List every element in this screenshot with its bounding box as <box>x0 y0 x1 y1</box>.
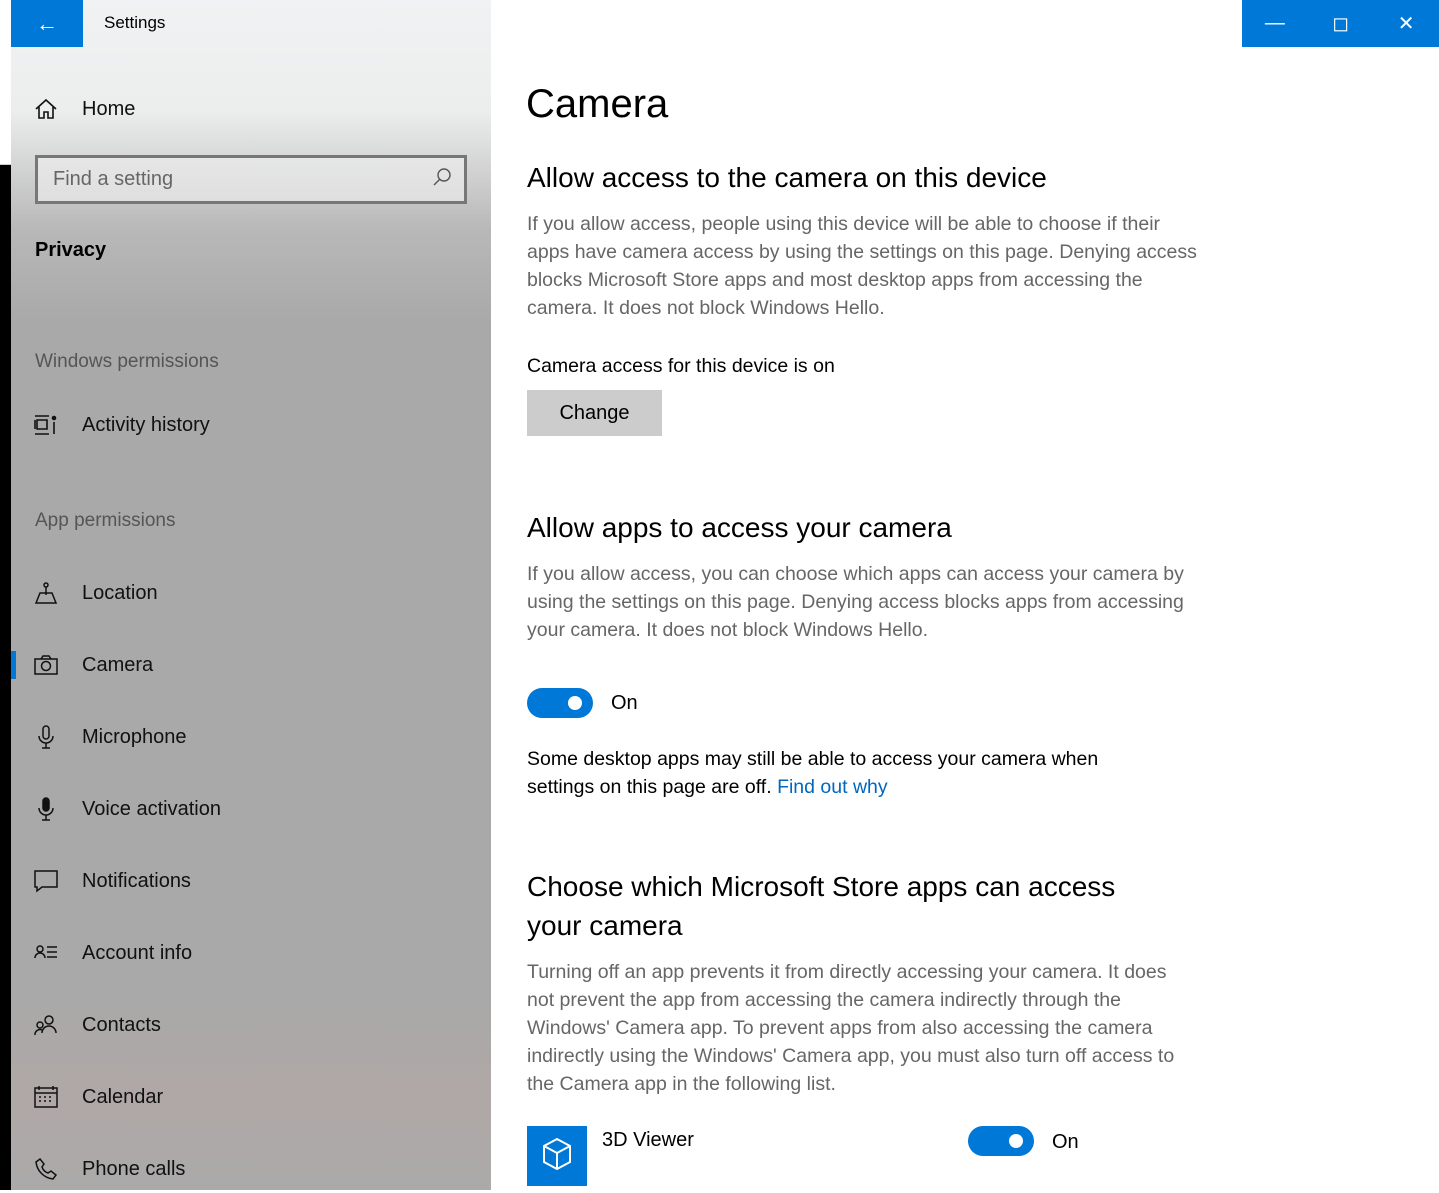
sidebar-item-microphone[interactable]: Microphone <box>11 713 491 761</box>
sidebar: ← Settings Home Find a setting Privacy W… <box>11 0 491 1190</box>
toggle-state: On <box>611 692 638 714</box>
sidebar-item-label: Phone calls <box>82 1157 186 1180</box>
sidebar-item-calendar[interactable]: Calendar <box>11 1073 491 1121</box>
close-icon: ✕ <box>1397 13 1415 35</box>
sidebar-item-account-info[interactable]: Account info <box>11 929 491 977</box>
minimize-icon: — <box>1264 12 1285 34</box>
section-description: Turning off an app prevents it from dire… <box>527 961 1175 1095</box>
back-button[interactable]: ← <box>11 0 83 47</box>
account-info-icon <box>34 941 58 965</box>
sidebar-item-activity-history[interactable]: Activity history <box>11 401 491 449</box>
sidebar-item-label: Microphone <box>82 725 187 748</box>
group-header: App permissions <box>35 510 176 531</box>
sidebar-item-label: Location <box>82 581 158 604</box>
sidebar-item-label: Account info <box>82 941 193 964</box>
activity-history-icon <box>34 413 58 437</box>
device-access-status: Camera access for this device is on <box>527 355 835 377</box>
location-icon <box>34 581 58 605</box>
sidebar-item-label: Camera <box>82 653 154 676</box>
sidebar-item-camera[interactable]: Camera <box>11 641 491 689</box>
sidebar-item-label: Notifications <box>82 869 191 892</box>
section-heading: Allow apps to access your camera <box>527 512 952 543</box>
3d-cube-icon <box>541 1137 573 1176</box>
sidebar-item-location[interactable]: Location <box>11 569 491 617</box>
section-description: If you allow access, people using this d… <box>527 213 1197 319</box>
apps-camera-toggle[interactable] <box>527 688 593 718</box>
sidebar-item-label: Home <box>82 97 136 120</box>
app-name: 3D Viewer <box>602 1129 694 1151</box>
3d-viewer-app-icon <box>527 1126 587 1186</box>
sidebar-item-label: Activity history <box>82 413 210 436</box>
section-heading: Allow access to the camera on this devic… <box>527 162 1047 193</box>
close-button[interactable]: ✕ <box>1373 0 1439 47</box>
group-header: Windows permissions <box>35 351 219 372</box>
notifications-icon <box>34 869 58 893</box>
calendar-icon <box>34 1085 58 1109</box>
sidebar-item-contacts[interactable]: Contacts <box>11 1001 491 1049</box>
page-title: Camera <box>526 82 669 126</box>
change-button[interactable]: Change <box>527 390 662 436</box>
content-pane: — ◻ ✕ Camera Allow access to the camera … <box>491 0 1439 1190</box>
toggle-state: On <box>1052 1131 1079 1153</box>
section-heading: Choose which Microsoft Store apps can ac… <box>527 871 1116 941</box>
window-controls: — ◻ ✕ <box>1242 0 1439 47</box>
desktop-edge <box>0 0 11 1190</box>
find-out-why-link[interactable]: Find out why <box>777 776 888 798</box>
sidebar-item-label: Calendar <box>82 1085 164 1108</box>
contacts-icon <box>34 1013 58 1037</box>
3d-viewer-toggle[interactable] <box>968 1126 1034 1156</box>
camera-icon <box>34 653 58 677</box>
microphone-icon <box>34 725 58 749</box>
home-icon <box>34 97 58 121</box>
minimize-button[interactable]: — <box>1242 0 1308 47</box>
sidebar-item-label: Voice activation <box>82 797 221 820</box>
sidebar-item-label: Contacts <box>82 1013 161 1036</box>
section-description: If you allow access, you can choose whic… <box>527 563 1184 641</box>
sidebar-item-notifications[interactable]: Notifications <box>11 857 491 905</box>
voice-activation-icon <box>34 797 58 821</box>
sidebar-item-home[interactable]: Home <box>11 85 491 133</box>
window-title: Settings <box>104 13 166 32</box>
section-title: Privacy <box>35 239 107 261</box>
desktop-apps-note: Some desktop apps may still be able to a… <box>527 748 1099 798</box>
search-icon <box>432 167 452 193</box>
phone-icon <box>34 1157 58 1181</box>
sidebar-item-voice-activation[interactable]: Voice activation <box>11 785 491 833</box>
search-input[interactable]: Find a setting <box>35 155 467 204</box>
maximize-icon: ◻ <box>1332 13 1349 35</box>
back-arrow-icon: ← <box>36 10 58 36</box>
sidebar-item-phone-calls[interactable]: Phone calls <box>11 1145 491 1193</box>
maximize-button[interactable]: ◻ <box>1308 0 1374 47</box>
